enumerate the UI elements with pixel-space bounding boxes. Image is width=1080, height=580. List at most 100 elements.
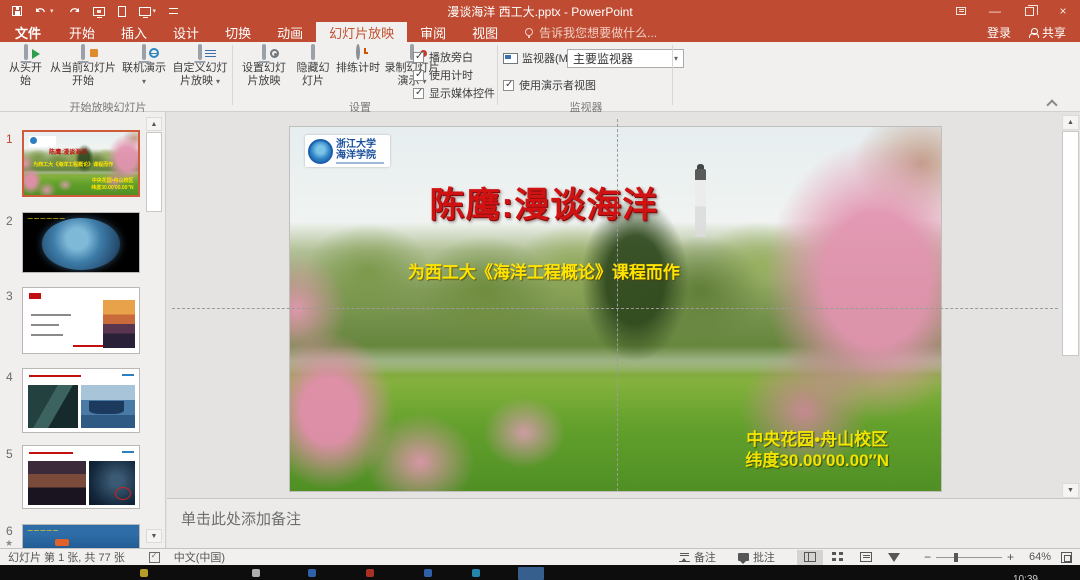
comment-icon	[738, 553, 749, 561]
start-slideshow-icon[interactable]	[93, 4, 105, 18]
slideshow-view-icon	[888, 553, 900, 562]
present-online-button[interactable]: 联机演示▾	[119, 46, 169, 102]
tell-me-box[interactable]: 告诉我您想要做什么...	[525, 22, 657, 42]
ribbon-display-options-icon[interactable]	[944, 0, 978, 22]
comments-toggle-label: 批注	[753, 549, 775, 565]
zoom-out-button[interactable]: −	[919, 550, 936, 564]
tab-transitions[interactable]: 切换	[212, 22, 264, 42]
notes-icon	[679, 553, 690, 562]
horizontal-guide[interactable]	[172, 308, 1058, 309]
hide-slide-button[interactable]: 隐藏幻灯片	[292, 46, 334, 102]
use-presenter-view-label: 使用演示者视图	[519, 77, 596, 93]
thumbnail-5-logo	[122, 451, 134, 453]
taskbar-active-app[interactable]	[518, 567, 544, 580]
undo-icon[interactable]: ▾	[35, 4, 54, 18]
thumbnail-slide-6[interactable]: — — — — —	[22, 524, 140, 548]
thumbnail-2-earth-image	[42, 218, 121, 270]
play-narrations-checkbox[interactable]: 播放旁白	[413, 50, 473, 64]
tab-animations[interactable]: 动画	[264, 22, 316, 42]
taskbar-app-icon[interactable]	[472, 569, 480, 577]
taskbar-app-icon[interactable]	[308, 569, 316, 577]
notes-panel[interactable]: 单击此处添加备注	[167, 498, 1080, 548]
monitor-icon	[503, 53, 518, 64]
use-presenter-view-checkbox[interactable]: 使用演示者视图	[503, 78, 596, 92]
normal-view-button[interactable]	[797, 550, 823, 565]
taskbar-app-icon[interactable]	[252, 569, 260, 577]
zoom-percentage[interactable]: 64%	[1029, 551, 1051, 563]
scrollbar-thumb[interactable]	[146, 132, 162, 212]
thumbnail-number: 3	[6, 289, 13, 303]
reading-view-icon	[860, 552, 872, 562]
touch-mode-icon[interactable]	[169, 4, 178, 18]
tab-design[interactable]: 设计	[160, 22, 212, 42]
zoom-slider-thumb[interactable]	[954, 553, 958, 562]
tab-file[interactable]: 文件	[0, 22, 56, 42]
slide-thumbnail-panel: 1 陈鹰:漫谈海洋 为西工大《海洋工程概论》课程而作 中央花园•舟山校区纬度30…	[0, 112, 166, 548]
slide-sorter-view-button[interactable]	[825, 550, 851, 565]
minimize-icon[interactable]: —	[978, 0, 1012, 22]
scroll-down-icon[interactable]: ▼	[1062, 483, 1079, 498]
sorter-view-icon	[832, 552, 844, 562]
ribbon: 从头开始 从当前幻灯片开始 联机演示▾ 自定义幻灯片放映 ▾ 开始放映幻灯片 设…	[0, 42, 1080, 112]
thumbnail-2-caption: — — — — — —	[28, 216, 65, 222]
collapse-ribbon-icon[interactable]	[1048, 98, 1056, 106]
thumbnail-slide-2[interactable]: — — — — — —	[22, 212, 140, 273]
tab-view[interactable]: 视图	[459, 22, 511, 42]
save-icon[interactable]	[12, 4, 22, 18]
scroll-up-icon[interactable]: ▲	[1062, 115, 1079, 130]
comments-toggle-button[interactable]: 批注	[738, 549, 775, 565]
scroll-down-icon[interactable]: ▼	[146, 529, 162, 543]
tab-slideshow[interactable]: 幻灯片放映	[316, 22, 407, 42]
rehearse-timings-button[interactable]: 排练计时	[334, 46, 382, 102]
thumbnail-slide-5[interactable]	[22, 445, 140, 509]
from-beginning-label: 从头开始	[4, 62, 47, 88]
thumbnail-slide-3[interactable]	[22, 287, 140, 354]
custom-slideshow-button[interactable]: 自定义幻灯片放映 ▾	[170, 46, 230, 102]
share-button[interactable]: 共享	[1029, 24, 1066, 41]
slide-subtitle[interactable]: 为西工大《海洋工程概论》课程而作	[290, 258, 798, 283]
zoom-slider[interactable]	[936, 557, 1002, 558]
slideshow-view-button[interactable]	[881, 550, 907, 565]
tab-insert[interactable]: 插入	[108, 22, 160, 42]
thumbnail-slide-4[interactable]	[22, 368, 140, 433]
fit-to-window-icon[interactable]	[1061, 552, 1072, 563]
taskbar-app-icon[interactable]	[424, 569, 432, 577]
present-online-label: 联机演示▾	[119, 62, 169, 88]
redo-icon[interactable]	[67, 4, 80, 18]
thumbnail-slide-1[interactable]: 陈鹰:漫谈海洋 为西工大《海洋工程概论》课程而作 中央花园•舟山校区纬度30.0…	[22, 130, 140, 197]
tab-review[interactable]: 审阅	[407, 22, 459, 42]
from-beginning-button[interactable]: 从头开始	[4, 46, 47, 102]
notes-toggle-button[interactable]: 备注	[679, 549, 716, 565]
slide-title[interactable]: 陈鹰:漫谈海洋	[290, 177, 798, 228]
scrollbar-thumb[interactable]	[1062, 131, 1079, 356]
edit-area-scrollbar[interactable]: ▲ ▼	[1062, 115, 1079, 498]
taskbar-app-icon[interactable]	[140, 569, 148, 577]
scroll-up-icon[interactable]: ▲	[146, 117, 162, 131]
qat-customize-icon[interactable]: ▾	[139, 4, 157, 18]
language-indicator[interactable]: 中文(中国)	[174, 549, 225, 565]
tab-home[interactable]: 开始	[56, 22, 108, 42]
close-icon[interactable]: ×	[1046, 0, 1080, 22]
status-bar: 幻灯片 第 1 张, 共 77 张 中文(中国) 备注 批注 − + 64%	[0, 548, 1080, 565]
new-document-icon[interactable]	[118, 4, 126, 18]
normal-view-icon	[804, 552, 816, 562]
thumbnail-scrollbar[interactable]: ▲ ▼	[146, 117, 162, 543]
accessibility-icon[interactable]	[149, 552, 160, 563]
monitor-dropdown-value: 主要监视器	[573, 50, 633, 67]
sign-in-button[interactable]: 登录	[987, 24, 1011, 41]
restore-icon[interactable]	[1012, 0, 1046, 22]
zoom-in-button[interactable]: +	[1002, 550, 1019, 564]
slide-location-text[interactable]: 中央花园•舟山校区 纬度30.00′00.00″N	[745, 429, 889, 471]
checkbox-checked-icon	[503, 80, 514, 91]
show-media-controls-checkbox[interactable]: 显示媒体控件	[413, 86, 495, 100]
vertical-guide[interactable]	[617, 119, 618, 491]
taskbar-app-icon[interactable]	[366, 569, 374, 577]
reading-view-button[interactable]	[853, 550, 879, 565]
use-timings-checkbox[interactable]: 使用计时	[413, 68, 473, 82]
from-current-slide-button[interactable]: 从当前幻灯片开始	[47, 46, 119, 102]
thumbnail-number: 6	[6, 524, 13, 538]
slide-canvas[interactable]: 浙江大学 海洋学院 陈鹰:漫谈海洋 为西工大《海洋工程概论》课程而作 中央花园•…	[290, 127, 941, 491]
monitor-dropdown[interactable]: 主要监视器 ▾	[567, 49, 684, 68]
notes-placeholder[interactable]: 单击此处添加备注	[181, 508, 301, 529]
setup-slideshow-button[interactable]: 设置幻灯片放映	[237, 46, 291, 102]
